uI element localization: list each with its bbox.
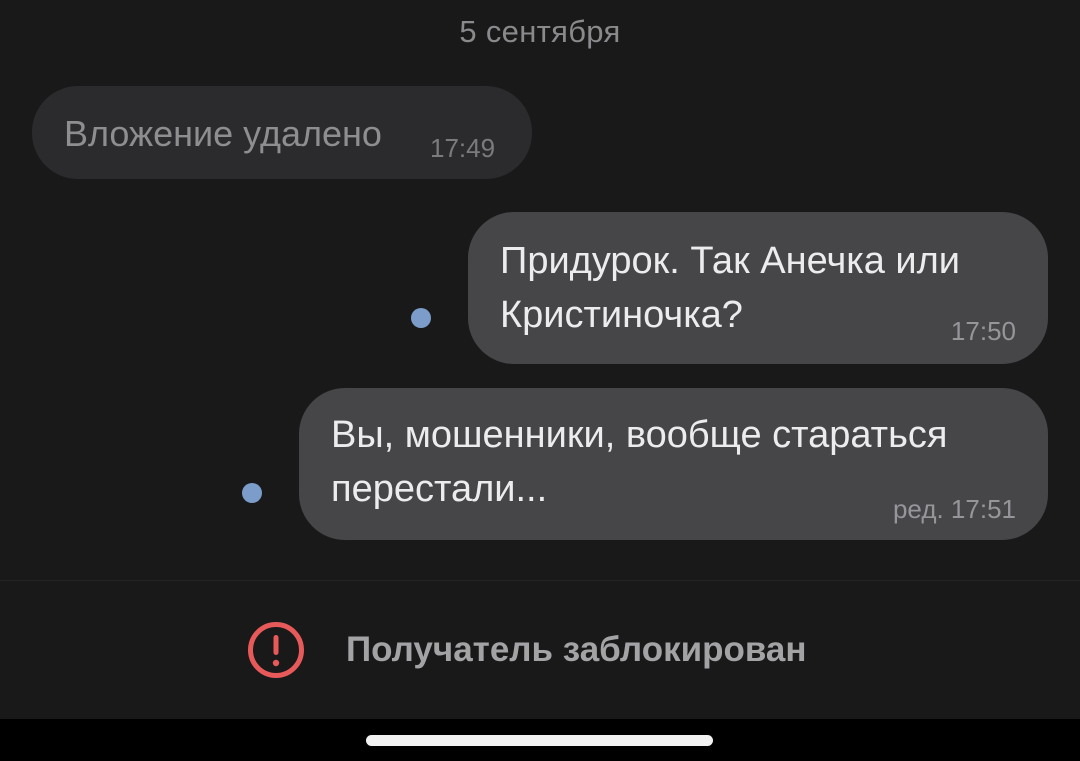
unread-dot	[242, 483, 262, 503]
message-bubble-incoming[interactable]: Вложение удалено 17:49	[32, 86, 532, 179]
blocked-recipient-bar: Получатель заблокирован	[0, 581, 1080, 719]
message-bubble-outgoing[interactable]: Вы, мошенники, вообще стараться перестал…	[299, 388, 1048, 540]
message-bubble-outgoing[interactable]: Придурок. Так Анечка или Кристиночка? 17…	[468, 212, 1048, 364]
home-indicator[interactable]	[366, 735, 713, 746]
unread-dot	[411, 308, 431, 328]
blocked-recipient-text: Получатель заблокирован	[346, 630, 807, 669]
message-text: Придурок. Так Анечка или Кристиночка?	[500, 234, 960, 342]
message-time: 17:50	[950, 316, 1016, 346]
chat-screen: 5 сентября Вложение удалено 17:49 Придур…	[0, 0, 1080, 761]
alert-circle-icon	[248, 622, 304, 678]
message-line: перестали...	[331, 468, 548, 510]
message-text: Вы, мошенники, вообще стараться перестал…	[331, 408, 947, 516]
message-line: Придурок. Так Анечка или	[500, 240, 961, 282]
system-navigation-bar	[0, 719, 1080, 761]
message-edited-time: ред. 17:51	[892, 494, 1016, 524]
message-text: Вложение удалено	[64, 113, 382, 154]
message-line: Вы, мошенники, вообще стараться	[331, 414, 948, 456]
message-time: 17:49	[430, 133, 496, 163]
date-separator: 5 сентября	[459, 14, 621, 49]
message-line: Кристиночка?	[500, 294, 743, 336]
